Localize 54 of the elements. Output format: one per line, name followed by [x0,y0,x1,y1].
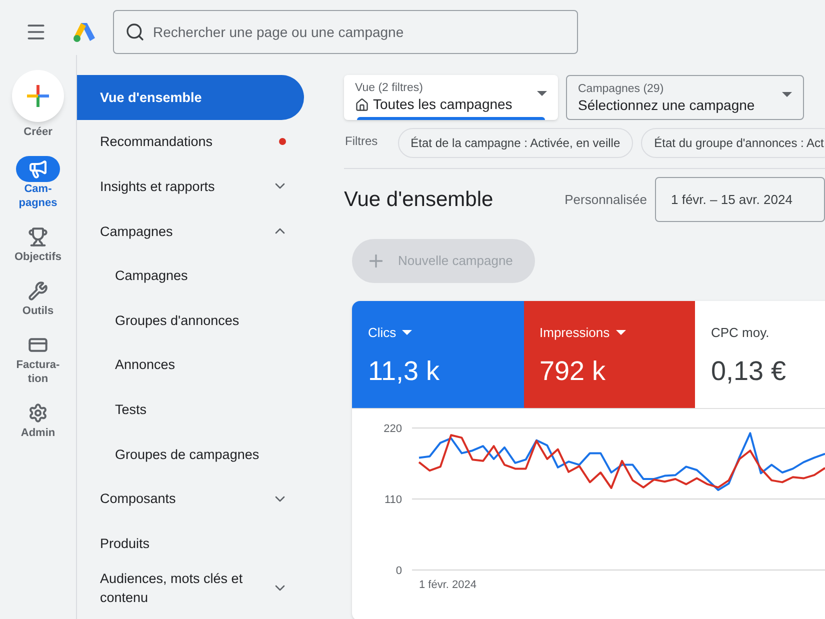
wrench-icon [28,280,48,300]
nav-item[interactable]: Produits [77,520,304,566]
rail-label: Factura-tion [15,358,61,386]
nav-item[interactable]: Audiences, mots clés et contenu [77,566,304,610]
nav-item[interactable]: Tests [77,387,304,432]
logo-icon [72,20,96,42]
plus-icon [26,84,50,108]
nav-item[interactable]: Annonces [77,342,304,388]
dropdown-caret-icon [616,330,626,336]
nav-item[interactable]: Recommandations [77,120,304,164]
nav-item[interactable]: Groupes d'annonces [77,298,304,343]
settings-icon [28,402,48,422]
rail-label: Cam-pagnes [18,182,58,210]
axis-label: 0 [396,565,402,577]
rail-button[interactable] [16,156,60,182]
metric-label: CPC moy. [711,324,770,342]
dropdown-caret-icon [537,91,547,96]
create-button[interactable] [12,70,64,122]
dropdown-caret-icon [402,330,412,336]
metric-label: Impressions [540,324,610,342]
filter-chip[interactable]: État du groupe d'annonces : Act [641,128,825,158]
rail-label: Outils [22,304,54,318]
home-icon [355,98,369,112]
page-title: Vue d'ensemble [344,186,494,213]
rail-label: Admin [20,426,56,440]
nav-item[interactable]: Campagnes [77,253,304,298]
filters-label: Filtres [345,133,378,150]
nav-item[interactable]: Composants [77,476,304,521]
nav-item[interactable]: Insights et rapports [77,164,304,209]
date-range-field[interactable]: 1 févr. – 15 avr. 2024 [655,177,825,222]
megaphone-icon [28,158,48,178]
dropdown-caret-icon [782,92,792,97]
axis-label: 110 [384,494,402,506]
search-field[interactable]: Rechercher une page ou une campagne [113,10,578,54]
trophy-icon [28,226,48,246]
range-label: Personnalisée [564,190,647,209]
metric-tile[interactable]: Impressions 792 k [524,301,695,409]
filter-chip[interactable]: État de la campagne : Activée, en veille [398,128,634,158]
view-selector[interactable]: Vue (2 filtres) Toutes les campagnes [344,75,558,120]
view-selector[interactable]: Campagnes (29) Sélectionnez une campagne [566,75,804,120]
metric-value: 792 k [540,354,607,388]
axis-label: 220 [384,423,402,435]
axis-label: 1 févr. 2024 [419,579,476,591]
metric-tile[interactable]: CPC moy. 0,13 € [695,301,825,409]
metric-value: 0,13 € [711,354,788,388]
nav-item[interactable]: Vue d'ensemble [77,75,304,120]
metric-value: 11,3 k [368,354,441,388]
create-label: Créer [24,125,52,140]
metric-label: Clics [368,324,396,342]
rail-label: Objectifs [14,250,62,264]
search-icon [125,22,145,42]
nav-item[interactable]: Campagnes [77,208,304,254]
nav-item[interactable]: Groupes de campagnes [77,432,304,476]
metric-tile[interactable]: Clics 11,3 k [352,301,524,409]
